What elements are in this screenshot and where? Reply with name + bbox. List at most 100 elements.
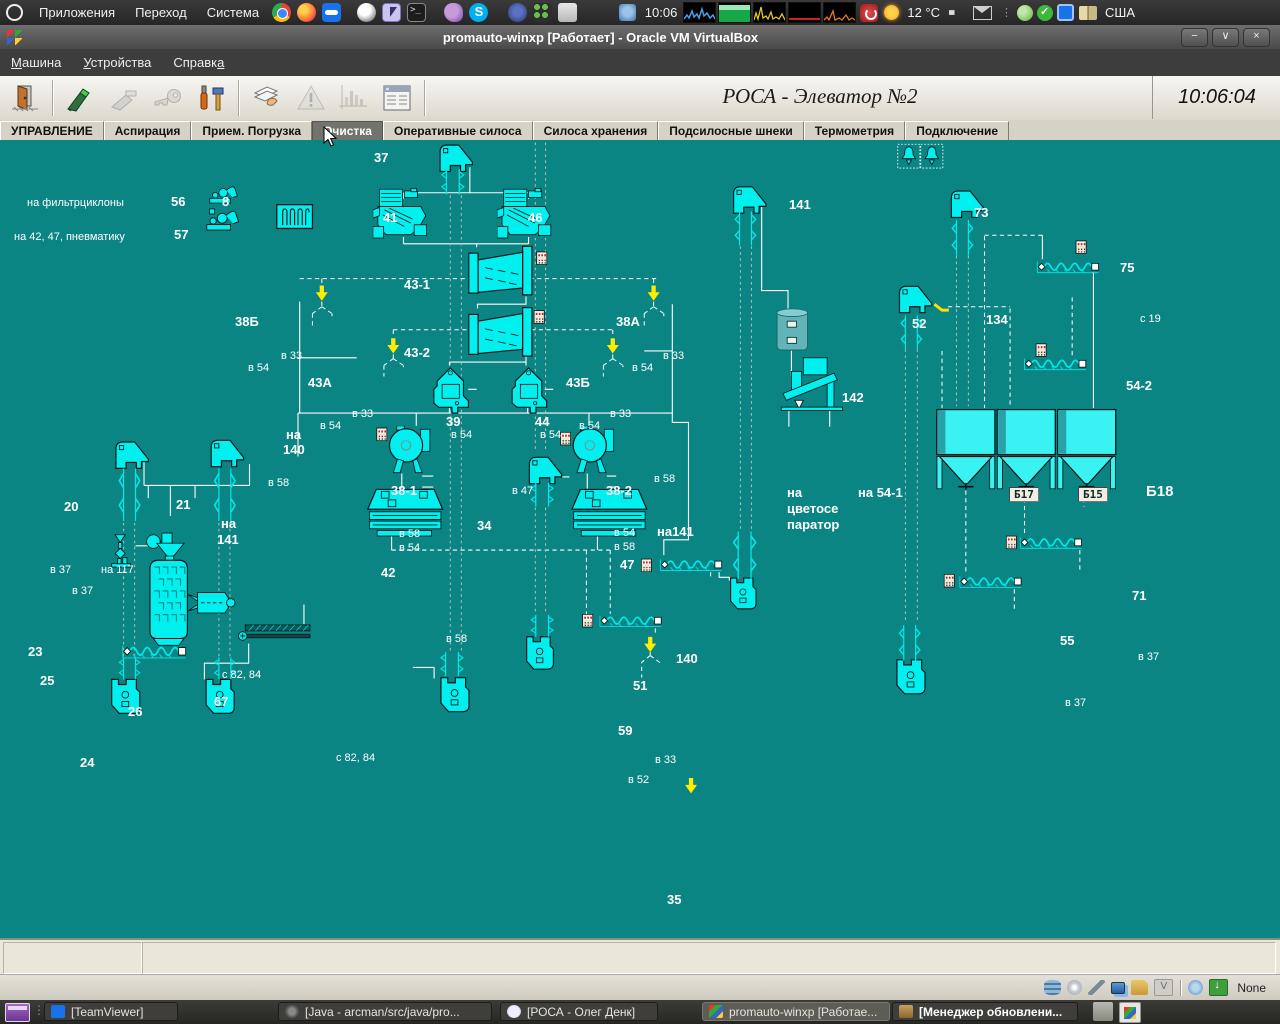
load-monitor[interactable] <box>788 2 821 23</box>
keyboard-layout[interactable]: США <box>1105 5 1135 20</box>
journal-button[interactable] <box>246 79 288 117</box>
silo-b15[interactable] <box>997 410 1055 490</box>
gravity-separator-142[interactable] <box>781 358 842 411</box>
panel-clock[interactable]: 10:06 <box>645 5 678 20</box>
mail-icon[interactable] <box>973 6 992 20</box>
diagram-label: 67 <box>214 694 228 709</box>
firefox-icon[interactable] <box>297 3 316 22</box>
panel-menu-Приложения[interactable]: Приложения <box>29 5 125 20</box>
tab-Подсилосные шнеки[interactable]: Подсилосные шнеки <box>658 121 803 141</box>
tab-Оперативные силоса[interactable]: Оперативные силоса <box>383 121 533 141</box>
teamviewer-icon[interactable] <box>322 3 341 22</box>
show-desktop-icon[interactable] <box>5 1003 30 1022</box>
trieur-38-2[interactable] <box>573 426 613 473</box>
ubuntu-menu-icon[interactable] <box>6 4 23 21</box>
aspirator-44[interactable] <box>512 368 547 413</box>
key-button[interactable] <box>146 79 188 117</box>
gimp-icon[interactable] <box>357 3 376 22</box>
indicator-icon[interactable] <box>619 4 636 21</box>
power-icon[interactable] <box>860 4 878 22</box>
chrome-icon[interactable] <box>272 3 291 22</box>
pidgin-icon[interactable] <box>444 3 463 22</box>
silo-b18[interactable] <box>1058 410 1116 490</box>
sieve-43-1[interactable] <box>469 246 532 294</box>
display-icon[interactable] <box>1111 982 1125 994</box>
shared-folder-icon[interactable] <box>1131 980 1148 995</box>
tank-25[interactable] <box>147 533 188 645</box>
sieve-43-2[interactable] <box>469 308 532 356</box>
tab-Силоса хранения[interactable]: Силоса хранения <box>533 121 659 141</box>
minimize-button[interactable]: − <box>1181 28 1208 47</box>
taskbar-item-vbox[interactable]: promauto-winxp [Работае... <box>702 1002 890 1021</box>
taskbar-item-package[interactable]: [Менеджер обновлени... <box>892 1002 1078 1021</box>
settings-button[interactable] <box>190 79 232 117</box>
vbox-menu-Справка[interactable]: Справка <box>162 55 235 70</box>
chat-status-icon[interactable] <box>1017 5 1033 21</box>
skype-icon[interactable] <box>469 3 488 22</box>
buffer-tank[interactable] <box>777 309 808 350</box>
terminal-icon[interactable] <box>407 3 426 22</box>
taskbar-item-label: promauto-winxp [Работае... <box>729 1005 877 1019</box>
trends-button[interactable] <box>332 79 374 117</box>
alarm-bell-icon[interactable] <box>925 147 939 165</box>
panel-tray: 10:06 12 °C ⋮ США <box>615 2 1280 23</box>
heater-8[interactable] <box>277 205 313 229</box>
updates-ok-icon[interactable] <box>1037 5 1053 21</box>
temperature[interactable]: 12 °C <box>907 5 940 20</box>
disk-utility-icon[interactable] <box>558 3 577 22</box>
screenshot-icon[interactable] <box>382 3 401 22</box>
address-book-icon[interactable] <box>1079 6 1097 20</box>
cpu-monitor[interactable] <box>683 2 716 23</box>
taskbar-item-teamviewer[interactable]: [TeamViewer] <box>44 1002 178 1021</box>
network-monitor[interactable] <box>753 2 786 23</box>
memory-monitor[interactable] <box>718 2 751 23</box>
maximize-button[interactable]: ∨ <box>1212 28 1239 47</box>
taskbar-item-java[interactable]: [Java - arcman/src/java/pro... <box>278 1002 492 1021</box>
reports-button[interactable] <box>376 79 418 117</box>
trieur-38-1[interactable] <box>389 426 429 473</box>
equipment-boots[interactable] <box>112 578 925 713</box>
installer-icon[interactable] <box>533 3 552 22</box>
taskbar-item-clock[interactable]: [РОСА - Олег Денк] <box>500 1002 658 1021</box>
close-button[interactable]: × <box>1243 28 1270 47</box>
panel-menu-Система[interactable]: Система <box>197 5 269 20</box>
diagram-label: 44 <box>535 414 549 429</box>
separator-41[interactable] <box>373 188 427 238</box>
teamviewer-tray-icon[interactable] <box>1057 4 1074 21</box>
eclipse-icon[interactable] <box>508 3 527 22</box>
belt-conveyor-67[interactable] <box>238 625 309 640</box>
pen-button[interactable] <box>102 79 144 117</box>
tab-Подключение[interactable]: Подключение <box>905 121 1009 141</box>
device-23[interactable] <box>112 535 131 567</box>
video-capture-icon[interactable]: V <box>1154 979 1173 996</box>
hdd-icon[interactable] <box>1044 980 1061 995</box>
diagram-label: на 117 <box>101 564 134 576</box>
weather-icon[interactable] <box>884 5 899 20</box>
probe-button[interactable] <box>58 79 100 117</box>
cd-icon[interactable] <box>1067 980 1082 995</box>
vbox-tray-icon[interactable] <box>1119 1002 1141 1023</box>
aspirator-39[interactable] <box>434 368 469 413</box>
volume-icon[interactable] <box>949 7 963 19</box>
exit-button[interactable] <box>4 79 46 117</box>
alarms-button[interactable] <box>290 79 332 117</box>
window-list-taskbar: ⋮ [TeamViewer][Java - arcman/src/java/pr… <box>0 1000 1280 1024</box>
tab-Термометрия[interactable]: Термометрия <box>804 121 905 141</box>
alarm-bell-icon[interactable] <box>902 147 916 165</box>
tab-Прием. Погрузка[interactable]: Прием. Погрузка <box>191 121 312 141</box>
trash-icon[interactable] <box>1093 1002 1113 1021</box>
fan-26[interactable] <box>187 593 235 613</box>
usb-icon[interactable] <box>1088 980 1105 995</box>
vbox-titlebar[interactable]: promauto-winxp [Работает] - Oracle VM Vi… <box>0 25 1280 49</box>
tab-Аспирация[interactable]: Аспирация <box>104 121 192 141</box>
mouse-integration-icon[interactable] <box>1209 979 1228 996</box>
vbox-menu-Машина[interactable]: Машина <box>0 55 72 70</box>
separator-46[interactable] <box>497 188 551 238</box>
vbox-menu-Устройства[interactable]: Устройства <box>72 55 162 70</box>
silo-b17[interactable] <box>937 410 995 490</box>
panel-menu-Переход[interactable]: Переход <box>125 5 197 20</box>
network-icon[interactable] <box>1188 980 1203 995</box>
disk-monitor[interactable] <box>823 2 856 23</box>
diagram-label: 52 <box>912 316 926 331</box>
tab-УПРАВЛЕНИЕ[interactable]: УПРАВЛЕНИЕ <box>0 121 104 141</box>
